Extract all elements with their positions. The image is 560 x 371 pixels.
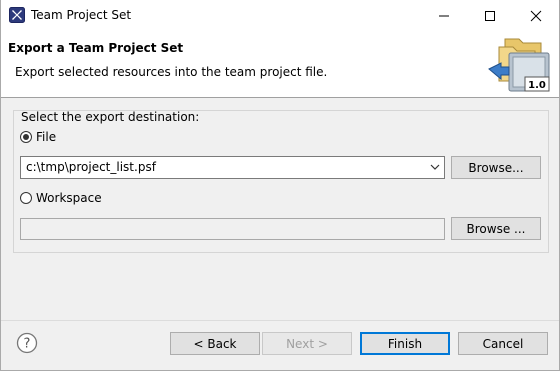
workspace-radio-button[interactable]	[20, 192, 32, 204]
file-path-value: c:\tmp\project_list.psf	[26, 160, 156, 174]
finish-button[interactable]: Finish	[360, 332, 450, 355]
maximize-button[interactable]	[467, 0, 513, 31]
close-button[interactable]	[513, 0, 559, 31]
window-title: Team Project Set	[31, 8, 132, 22]
next-button[interactable]: Next >	[262, 332, 352, 355]
file-browse-button[interactable]: Browse...	[451, 156, 541, 179]
export-dialog-window: Team Project Set Export a Team Project S…	[0, 0, 560, 371]
project-set-export-image-icon: 1.0	[488, 38, 550, 92]
maximize-icon	[485, 10, 495, 21]
file-radio-button[interactable]	[20, 131, 32, 143]
workspace-browse-button[interactable]: Browse ...	[451, 217, 541, 240]
back-button[interactable]: < Back	[170, 332, 260, 355]
wizard-header: Export a Team Project Set Export selecte…	[1, 31, 559, 98]
eclipse-x-icon	[9, 7, 25, 23]
version-badge: 1.0	[528, 80, 546, 91]
workspace-radio-option[interactable]: Workspace	[20, 191, 102, 205]
svg-text:?: ?	[24, 337, 31, 352]
cancel-button[interactable]: Cancel	[458, 332, 548, 355]
wizard-description: Export selected resources into the team …	[15, 65, 328, 79]
file-path-combo[interactable]: c:\tmp\project_list.psf	[20, 156, 445, 179]
help-icon[interactable]: ?	[16, 332, 38, 354]
minimize-icon	[439, 15, 449, 16]
workspace-radio-label: Workspace	[36, 191, 102, 205]
title-bar[interactable]: Team Project Set	[1, 0, 559, 31]
minimize-button[interactable]	[421, 0, 467, 31]
destination-group-label: Select the export destination:	[21, 110, 200, 124]
file-radio-option[interactable]: File	[20, 130, 56, 144]
workspace-path-field	[20, 218, 445, 240]
wizard-title: Export a Team Project Set	[8, 41, 184, 55]
chevron-down-icon[interactable]	[430, 162, 440, 172]
close-icon	[530, 10, 542, 21]
file-radio-label: File	[36, 130, 57, 144]
footer-separator	[1, 320, 559, 321]
